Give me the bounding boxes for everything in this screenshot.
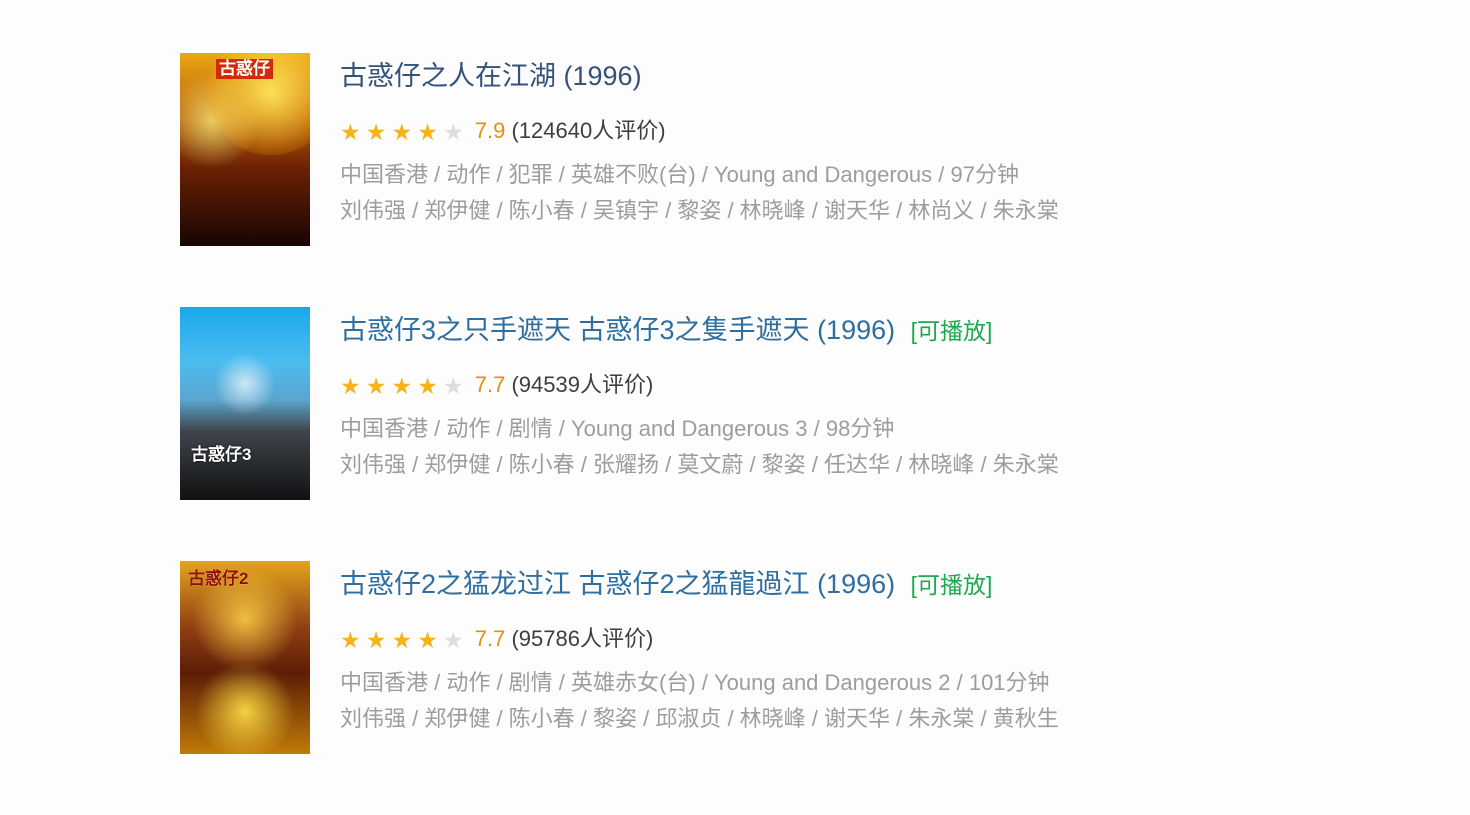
rating-count: (124640人评价) xyxy=(511,118,666,143)
rating-stars: ★ ★ ★ ★ ★ xyxy=(340,373,464,399)
movie-year: (1996) xyxy=(563,61,642,91)
rating-row: ★ ★ ★ ★ ★ 7.7 (95786人评价) xyxy=(340,624,653,654)
movie-cast: 刘伟强 / 郑伊健 / 陈小春 / 吴镇宇 / 黎姿 / 林晓峰 / 谢天华 /… xyxy=(340,198,1059,223)
movie-item: 古惑仔3 古惑仔3之只手遮天 古惑仔3之隻手遮天 (1996) [可播放] ★ … xyxy=(180,307,1180,561)
movie-title: 古惑仔2之猛龙过江 古惑仔2之猛龍過江 xyxy=(340,569,810,599)
star-icon: ★ xyxy=(340,373,361,399)
movie-title-link[interactable]: 古惑仔之人在江湖 (1996) xyxy=(340,61,642,91)
playable-link[interactable]: [可播放] xyxy=(911,572,993,598)
star-icon: ★ xyxy=(417,627,438,653)
star-icon: ★ xyxy=(417,373,438,399)
movie-title-row: 古惑仔2之猛龙过江 古惑仔2之猛龍過江 (1996) [可播放] xyxy=(340,566,992,607)
playable-link[interactable]: [可播放] xyxy=(911,318,993,344)
rating-count: (94539人评价) xyxy=(511,372,654,397)
star-icon: ★ xyxy=(365,627,387,653)
rating-row: ★ ★ ★ ★ ★ 7.7 (94539人评价) xyxy=(340,370,653,400)
movie-title: 古惑仔3之只手遮天 古惑仔3之隻手遮天 xyxy=(340,315,810,345)
movie-title-link[interactable]: 古惑仔2之猛龙过江 古惑仔2之猛龍過江 (1996) xyxy=(340,569,903,599)
star-icon: ★ xyxy=(365,119,387,145)
movie-title: 古惑仔之人在江湖 xyxy=(340,61,556,91)
movie-poster[interactable]: 古惑仔 xyxy=(180,53,310,246)
movie-cast: 刘伟强 / 郑伊健 / 陈小春 / 张耀扬 / 莫文蔚 / 黎姿 / 任达华 /… xyxy=(340,452,1059,477)
movie-poster-icon: 古惑仔3 xyxy=(191,445,252,464)
star-icon: ★ xyxy=(340,119,361,145)
movie-year: (1996) xyxy=(817,315,896,345)
star-icon: ★ xyxy=(391,119,413,145)
star-icon: ★ xyxy=(417,119,438,145)
movie-title-link[interactable]: 古惑仔3之只手遮天 古惑仔3之隻手遮天 (1996) xyxy=(340,315,903,345)
movie-meta: 中国香港 / 动作 / 犯罪 / 英雄不败(台) / Young and Dan… xyxy=(340,162,1019,187)
movie-score: 7.9 xyxy=(474,118,506,143)
movie-score: 7.7 xyxy=(474,626,506,651)
rating-count: (95786人评价) xyxy=(511,626,654,651)
movie-title-row: 古惑仔3之只手遮天 古惑仔3之隻手遮天 (1996) [可播放] xyxy=(340,312,992,353)
movie-poster[interactable]: 古惑仔2 xyxy=(180,561,310,754)
star-empty-icon: ★ xyxy=(443,119,464,145)
movie-title-row: 古惑仔之人在江湖 (1996) xyxy=(340,58,642,99)
star-icon: ★ xyxy=(391,627,413,653)
rating-stars: ★ ★ ★ ★ ★ xyxy=(340,119,464,145)
star-empty-icon: ★ xyxy=(443,627,464,653)
star-empty-icon: ★ xyxy=(443,373,464,399)
star-icon: ★ xyxy=(365,373,387,399)
movie-poster[interactable]: 古惑仔3 xyxy=(180,307,310,500)
star-icon: ★ xyxy=(391,373,413,399)
movie-score: 7.7 xyxy=(474,372,506,397)
movie-cast: 刘伟强 / 郑伊健 / 陈小春 / 黎姿 / 邱淑贞 / 林晓峰 / 谢天华 /… xyxy=(340,706,1059,731)
movie-meta: 中国香港 / 动作 / 剧情 / Young and Dangerous 3 /… xyxy=(340,416,895,441)
movie-poster-icon: 古惑仔2 xyxy=(188,569,249,588)
movie-poster-icon: 古惑仔 xyxy=(216,59,273,79)
movie-item: 古惑仔 古惑仔之人在江湖 (1996) ★ ★ ★ ★ ★ 7.9 (12464… xyxy=(180,53,1180,307)
movie-meta: 中国香港 / 动作 / 剧情 / 英雄赤女(台) / Young and Dan… xyxy=(340,670,1050,695)
movie-list: 古惑仔 古惑仔之人在江湖 (1996) ★ ★ ★ ★ ★ 7.9 (12464… xyxy=(180,53,1180,815)
rating-stars: ★ ★ ★ ★ ★ xyxy=(340,627,464,653)
star-icon: ★ xyxy=(340,627,361,653)
movie-year: (1996) xyxy=(817,569,896,599)
rating-row: ★ ★ ★ ★ ★ 7.9 (124640人评价) xyxy=(340,116,666,146)
